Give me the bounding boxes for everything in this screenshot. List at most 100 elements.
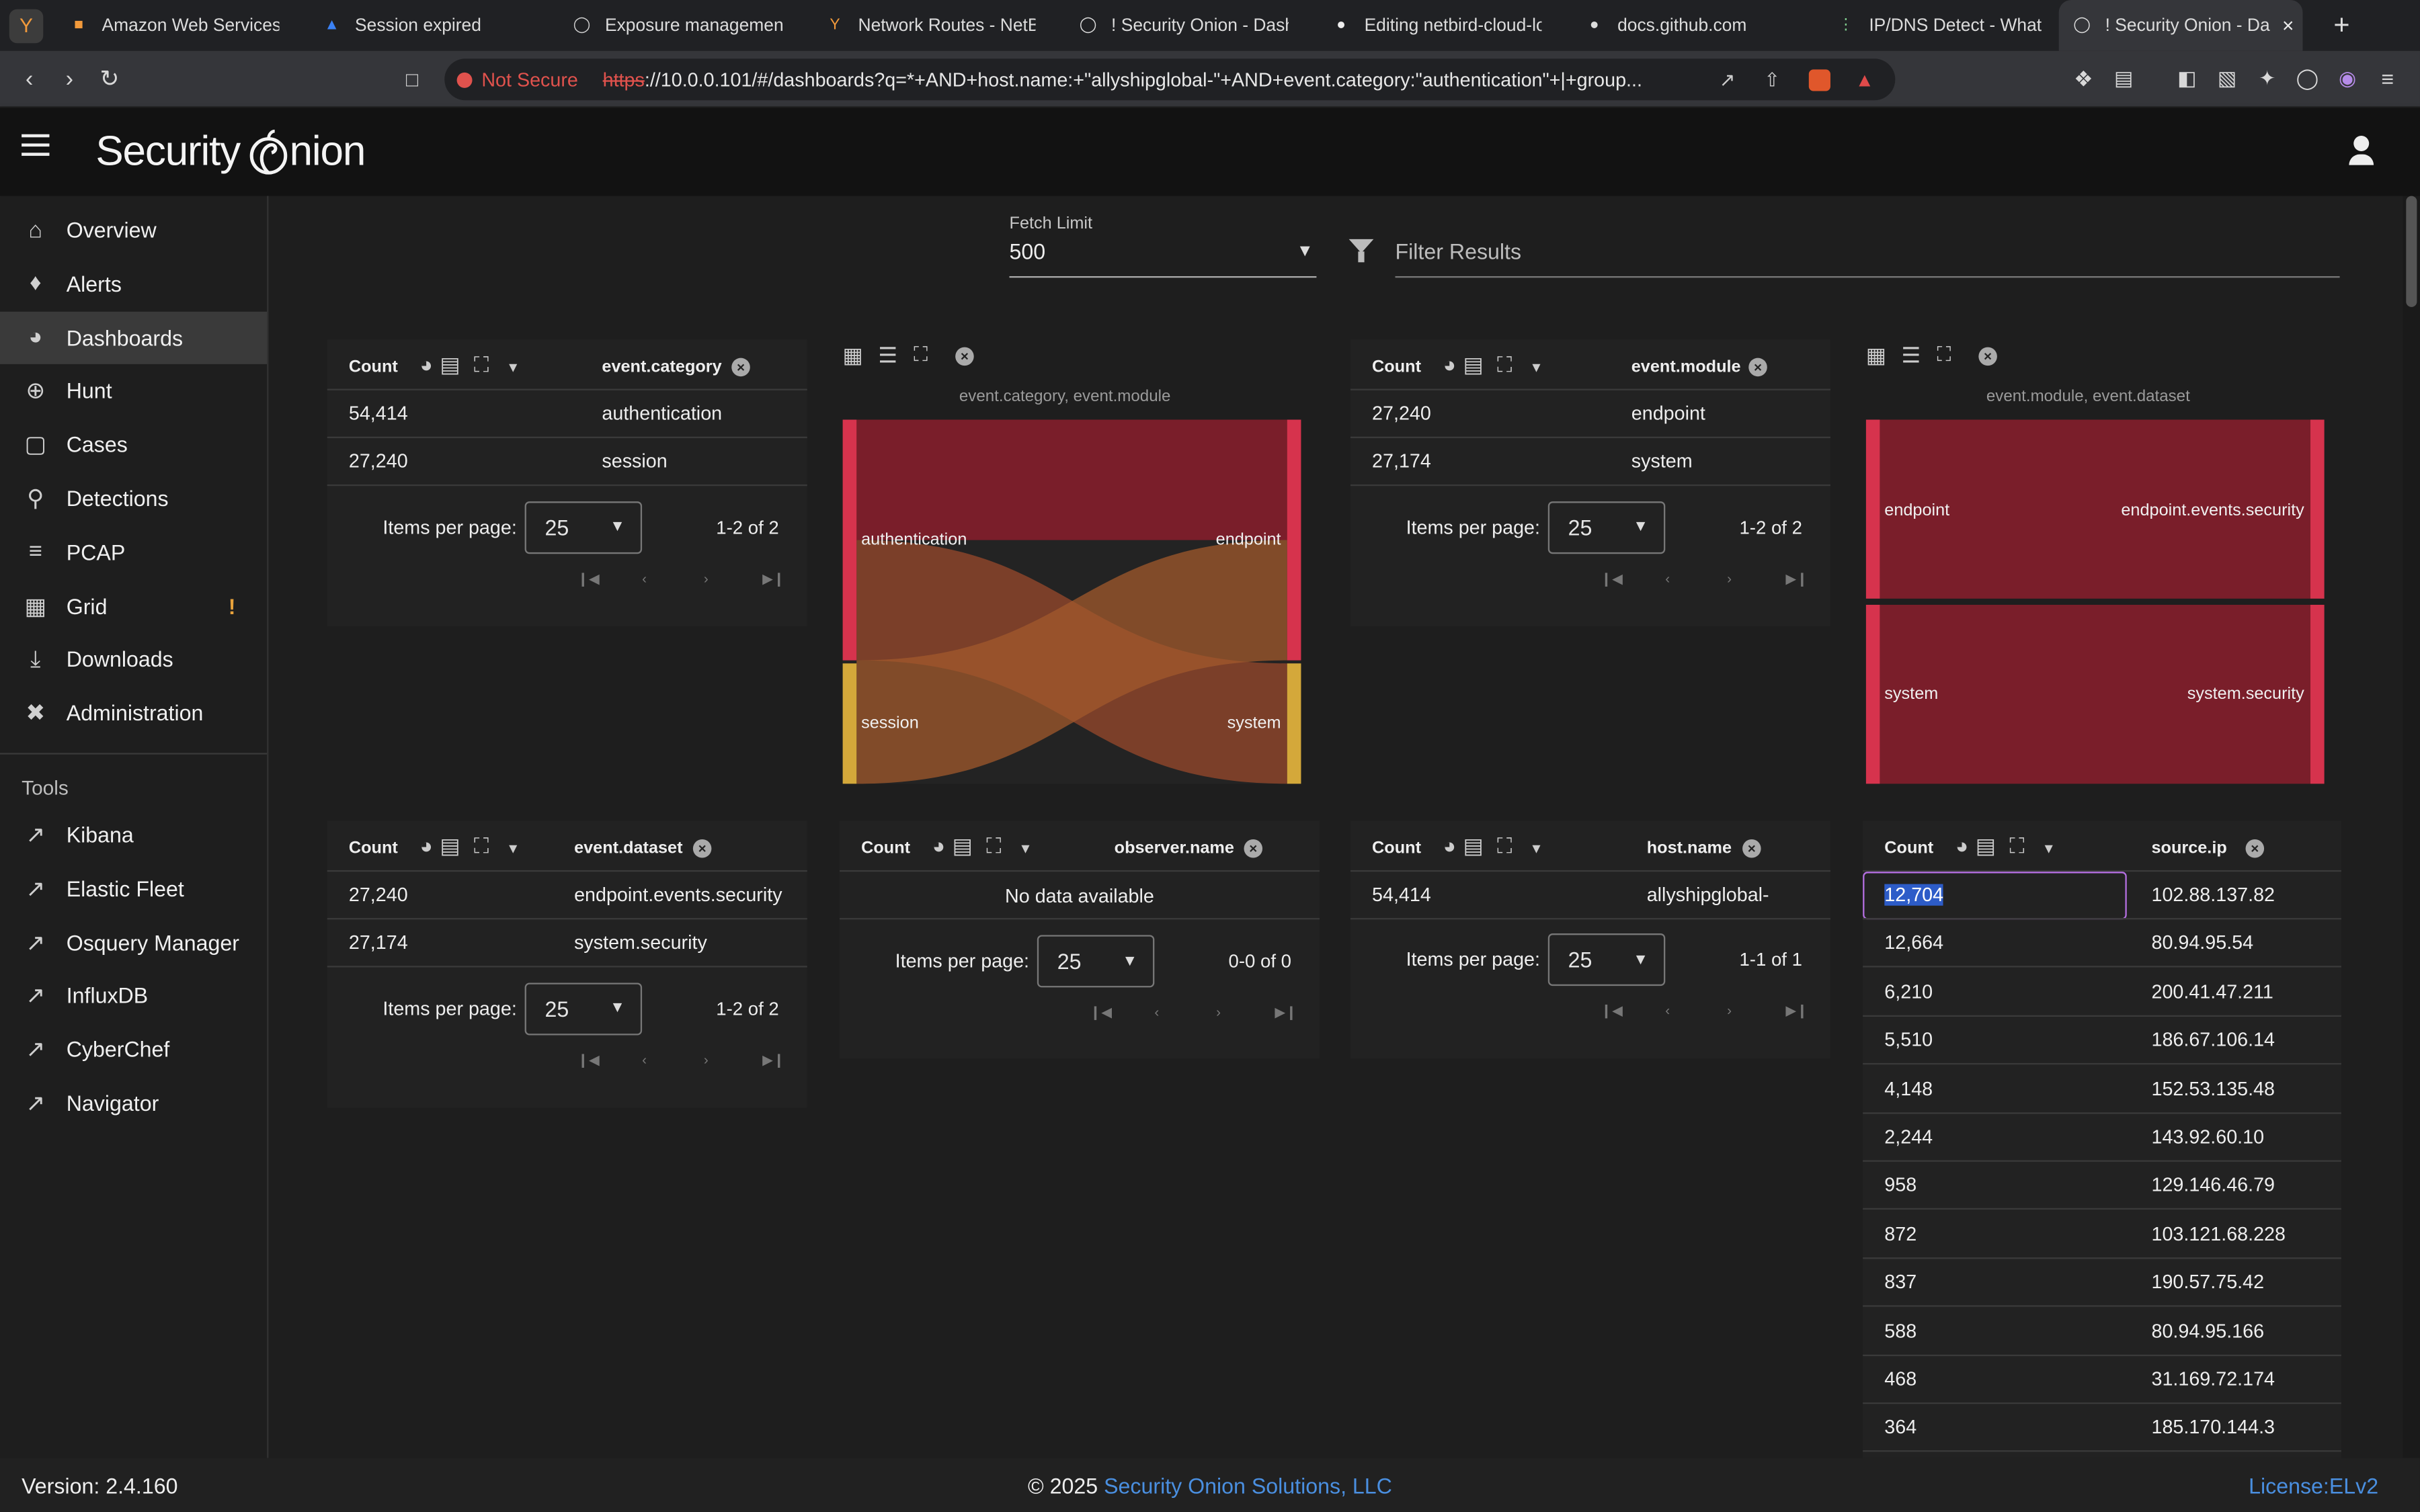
- value-cell[interactable]: 31.169.72.174: [2151, 1368, 2275, 1390]
- next-page-icon[interactable]: ›: [1727, 1003, 1732, 1019]
- count-cell[interactable]: 12,704: [1884, 884, 1944, 906]
- last-page-icon[interactable]: ▶❙: [1785, 1003, 1808, 1020]
- table-row[interactable]: 12,704 102.88.137.82: [1863, 870, 2341, 920]
- fullscreen-icon[interactable]: ⛶: [1937, 343, 1951, 368]
- sidebar-item-detections[interactable]: ⚲ Detections: [0, 472, 267, 525]
- browser-menu-icon[interactable]: Y: [9, 9, 44, 44]
- pie-chart-icon[interactable]: ◕: [1443, 351, 1456, 376]
- field-column-header[interactable]: event.module: [1631, 358, 1741, 377]
- sidebar-tool-influxdb[interactable]: ↗ InfluxDB: [0, 970, 267, 1022]
- browser-tab[interactable]: ● docs.github.com: [1571, 0, 1795, 51]
- value-cell[interactable]: system.security: [574, 933, 707, 954]
- items-per-page-select[interactable]: 25 ▼: [1547, 933, 1666, 986]
- sidebar-tool-cyberchef[interactable]: ↗ CyberChef: [0, 1023, 267, 1076]
- fullscreen-icon[interactable]: ⛶: [986, 833, 1002, 859]
- sidebar-tool-osquery-manager[interactable]: ↗ Osquery Manager: [0, 916, 267, 968]
- table-row[interactable]: 837 190.57.75.42: [1863, 1258, 2341, 1308]
- reload-icon[interactable]: ↻: [93, 62, 127, 96]
- count-column-header[interactable]: Count: [861, 839, 910, 858]
- pie-chart-icon[interactable]: ◕: [1955, 833, 1968, 858]
- field-column-header[interactable]: host.name: [1647, 839, 1732, 858]
- brave-rewards-icon[interactable]: ▲: [1855, 69, 1874, 90]
- browser-tab[interactable]: ◯ Exposure management c: [559, 0, 782, 51]
- value-cell[interactable]: 186.67.106.14: [2151, 1030, 2275, 1051]
- sidebar-item-administration[interactable]: ✖ Administration: [0, 687, 267, 739]
- chevron-down-icon[interactable]: ▼: [1529, 360, 1543, 375]
- first-page-icon[interactable]: ❙◀: [1601, 571, 1623, 587]
- hamburger-menu-icon[interactable]: [22, 134, 50, 156]
- field-column-header[interactable]: observer.name: [1115, 839, 1234, 858]
- remove-field-icon[interactable]: ×: [1244, 839, 1263, 858]
- count-cell[interactable]: 27,174: [349, 933, 408, 954]
- fullscreen-icon[interactable]: ⛶: [1497, 833, 1513, 859]
- count-cell[interactable]: 27,174: [1372, 451, 1431, 472]
- company-link[interactable]: Security Onion Solutions, LLC: [1104, 1474, 1392, 1499]
- vpn-icon[interactable]: ◯: [2290, 62, 2325, 96]
- fetch-limit-select[interactable]: 500 ▼: [1009, 239, 1317, 278]
- filter-results-input[interactable]: Filter Results: [1395, 239, 2340, 278]
- count-cell[interactable]: 958: [1884, 1175, 1917, 1196]
- chevron-down-icon[interactable]: ▼: [506, 841, 520, 856]
- remove-field-icon[interactable]: ×: [2245, 839, 2265, 858]
- browser-tab[interactable]: ◯ ! Security Onion - Da ×: [2058, 0, 2303, 51]
- table-row[interactable]: 12,664 80.94.95.54: [1863, 919, 2341, 968]
- table-row[interactable]: 54,414 allyshipglobal-: [1350, 870, 1830, 920]
- fullscreen-icon[interactable]: ⛶: [914, 343, 928, 368]
- license-link[interactable]: License:ELv2: [2249, 1474, 2378, 1499]
- sidebar-item-cases[interactable]: ▢ Cases: [0, 419, 267, 471]
- count-cell[interactable]: 27,240: [349, 451, 408, 472]
- items-per-page-select[interactable]: 25 ▼: [524, 501, 643, 554]
- count-cell[interactable]: 2,244: [1884, 1126, 1933, 1148]
- sidebar-tool-kibana[interactable]: ↗ Kibana: [0, 808, 267, 861]
- table-row[interactable]: 54,414 authentication: [327, 389, 807, 439]
- field-column-header[interactable]: event.category: [602, 358, 721, 377]
- last-page-icon[interactable]: ▶❙: [762, 1052, 784, 1068]
- first-page-icon[interactable]: ❙◀: [577, 571, 600, 587]
- sidebar-item-dashboards[interactable]: ◕ Dashboards: [0, 310, 268, 364]
- next-page-icon[interactable]: ›: [704, 1052, 709, 1067]
- value-cell[interactable]: 103.121.68.228: [2151, 1223, 2285, 1245]
- count-column-header[interactable]: Count: [1884, 839, 1933, 858]
- remove-chart-icon[interactable]: ×: [955, 347, 974, 366]
- pie-chart-icon[interactable]: ◕: [932, 833, 945, 858]
- browser-tab[interactable]: ◯ ! Security Onion - Dashb: [1065, 0, 1289, 51]
- count-cell[interactable]: 468: [1884, 1368, 1917, 1390]
- list-view-icon[interactable]: ☰: [878, 343, 897, 369]
- table-view-icon[interactable]: ▦: [843, 343, 863, 369]
- chevron-down-icon[interactable]: ▼: [1529, 841, 1543, 856]
- prev-page-icon[interactable]: ‹: [1154, 1005, 1159, 1020]
- value-cell[interactable]: 152.53.135.48: [2151, 1078, 2275, 1099]
- count-cell[interactable]: 27,240: [1372, 403, 1431, 424]
- table-row[interactable]: 27,240 endpoint.events.security: [327, 870, 807, 920]
- first-page-icon[interactable]: ❙◀: [1090, 1005, 1112, 1021]
- count-cell[interactable]: 27,240: [349, 884, 408, 906]
- wallet-icon[interactable]: ▧: [2210, 62, 2245, 96]
- table-row[interactable]: 958 129.146.46.79: [1863, 1161, 2341, 1210]
- value-cell[interactable]: allyshipglobal-: [1647, 884, 1769, 906]
- count-column-header[interactable]: Count: [1372, 358, 1421, 377]
- count-column-header[interactable]: Count: [349, 358, 398, 377]
- count-column-header[interactable]: Count: [349, 839, 398, 858]
- prev-page-icon[interactable]: ‹: [1665, 1003, 1670, 1019]
- count-cell[interactable]: 837: [1884, 1271, 1917, 1293]
- value-cell[interactable]: 129.146.46.79: [2151, 1175, 2275, 1196]
- list-view-icon[interactable]: ☰: [1902, 343, 1921, 369]
- browser-tab[interactable]: ■ Amazon Web Services S: [56, 0, 280, 51]
- security-onion-logo[interactable]: Security nion: [95, 128, 366, 176]
- fullscreen-icon[interactable]: ⛶: [474, 351, 489, 378]
- browser-menu-lines-icon[interactable]: ≡: [2371, 62, 2405, 96]
- value-cell[interactable]: session: [602, 451, 667, 472]
- prev-page-icon[interactable]: ‹: [642, 1052, 647, 1067]
- bar-chart-icon[interactable]: ▤: [953, 833, 973, 859]
- fullscreen-icon[interactable]: ⛶: [474, 833, 489, 859]
- scrollbar-thumb[interactable]: [2406, 196, 2417, 307]
- bar-chart-icon[interactable]: ▤: [440, 351, 460, 378]
- next-page-icon[interactable]: ›: [1216, 1005, 1221, 1020]
- brave-shield-icon[interactable]: [1808, 69, 1830, 91]
- browser-tab[interactable]: ⋮ IP/DNS Detect - What is: [1822, 0, 2046, 51]
- page-scrollbar[interactable]: [2403, 196, 2420, 1458]
- sidebar-item-grid[interactable]: ▦ Grid!: [0, 579, 267, 632]
- chevron-down-icon[interactable]: ▼: [506, 360, 520, 375]
- value-cell[interactable]: 80.94.95.166: [2151, 1320, 2264, 1341]
- back-icon[interactable]: ‹: [12, 62, 46, 96]
